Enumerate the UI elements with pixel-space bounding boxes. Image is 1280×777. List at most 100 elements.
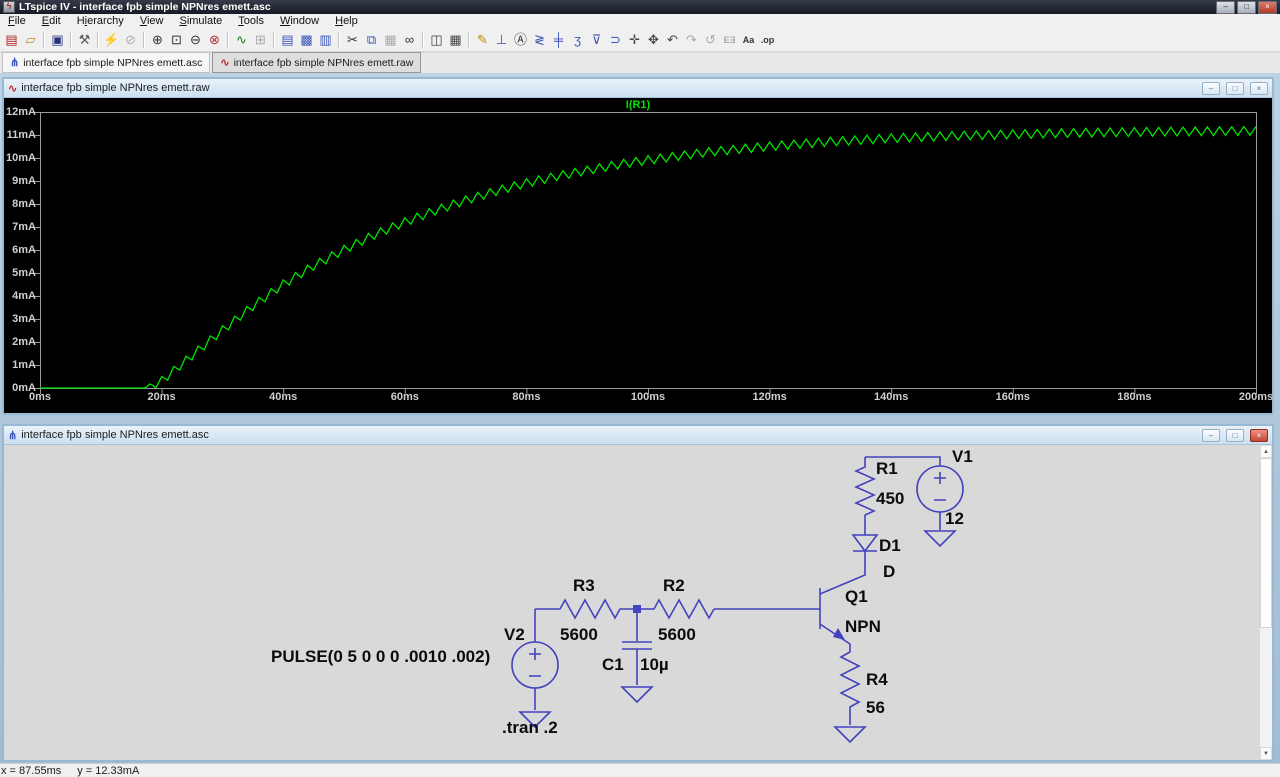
undo-button[interactable]: ↶	[663, 30, 682, 50]
zoom-out-button[interactable]: ⊖	[186, 30, 205, 50]
tile-horizontal-button[interactable]: ▤	[278, 30, 297, 50]
tab-schematic[interactable]: ⋔ interface fpb simple NPNres emett.asc	[2, 52, 211, 73]
menu-hierarchy[interactable]: Hierarchy	[69, 14, 132, 29]
zoom-in-button[interactable]: ⊕	[148, 30, 167, 50]
toolbar-separator	[273, 32, 275, 48]
minimize-button[interactable]: –	[1216, 0, 1235, 14]
label-C1-value[interactable]: 10µ	[640, 655, 669, 675]
y-tick-label: 12mA	[6, 106, 36, 118]
y-tick-label: 2mA	[12, 336, 36, 348]
label-R1-value[interactable]: 450	[876, 489, 904, 509]
diode-D1[interactable]	[851, 534, 879, 553]
x-tick-label: 80ms	[512, 391, 541, 403]
menu-view[interactable]: View	[132, 14, 172, 29]
resistor-R2[interactable]	[641, 598, 715, 620]
trace-legend[interactable]: I(R1)	[4, 99, 1272, 111]
label-C1-ref[interactable]: C1	[602, 655, 624, 675]
spice-directive-button[interactable]: .op	[758, 30, 777, 50]
spice-directive-label[interactable]: .tran .2	[502, 718, 558, 738]
ground-button[interactable]: ⊥	[492, 30, 511, 50]
menu-window[interactable]: Window	[272, 14, 327, 29]
rotate-button: ↺	[705, 32, 716, 47]
menu-tools[interactable]: Tools	[230, 14, 272, 29]
inductor-button[interactable]: ʒ	[568, 30, 587, 50]
junction-node[interactable]	[633, 605, 641, 613]
scroll-thumb[interactable]	[1260, 458, 1272, 628]
move-button[interactable]: ✛	[625, 30, 644, 50]
schematic-close-button[interactable]: ×	[1250, 428, 1268, 442]
zoom-area-button[interactable]: ⊡	[167, 30, 186, 50]
print-button[interactable]: ▦	[446, 30, 465, 50]
status-bar: x = 87.55ms y = 12.33mA	[0, 763, 1280, 777]
control-panel-button[interactable]: ⚒	[75, 30, 94, 50]
label-V2-ref[interactable]: V2	[504, 625, 525, 645]
component-button[interactable]: ⊃	[606, 30, 625, 50]
open-file-button[interactable]: ▱	[21, 30, 40, 50]
schematic-vscrollbar[interactable]: ▲ ▼	[1259, 445, 1272, 760]
label-R4-ref[interactable]: R4	[866, 670, 888, 690]
text-button[interactable]: Aa	[739, 30, 758, 50]
resistor-R4[interactable]	[839, 648, 861, 725]
diode-button[interactable]: ⊽	[587, 30, 606, 50]
label-V1-ref[interactable]: V1	[952, 447, 973, 467]
label-R3-ref[interactable]: R3	[573, 576, 595, 596]
x-tick-label: 0ms	[28, 391, 52, 403]
menu-file[interactable]: File	[0, 14, 34, 29]
find-button[interactable]: ∞	[400, 30, 419, 50]
voltage-source-V1[interactable]	[916, 465, 964, 513]
plot-settings-button[interactable]: ∿	[232, 30, 251, 50]
label-V1-value[interactable]: 12	[945, 509, 964, 529]
label-D1-value[interactable]: D	[883, 562, 895, 582]
label-R4-value[interactable]: 56	[866, 698, 885, 718]
zoom-full-extents-button[interactable]: ⊗	[205, 30, 224, 50]
label-R3-value[interactable]: 5600	[560, 625, 598, 645]
resistor-R1[interactable]	[854, 457, 876, 535]
toolbar-separator	[227, 32, 229, 48]
wire-button[interactable]: ✎	[473, 30, 492, 50]
label-R2-value[interactable]: 5600	[658, 625, 696, 645]
label-Q1-ref[interactable]: Q1	[845, 587, 868, 607]
waveform-plot-area[interactable]: I(R1) 0mA 1mA 2mA 3mA 4mA 5mA 6mA 7mA 8mA 9mA 10mA…	[4, 98, 1272, 413]
schematic-canvas[interactable]: V1 12 R1 450 D1 D Q1 NPN R4 56 R3 5600 R…	[4, 445, 1272, 760]
new-schematic-button[interactable]: ▤	[2, 30, 21, 50]
waveform-close-button[interactable]: ×	[1250, 81, 1268, 95]
label-Q1-value[interactable]: NPN	[845, 617, 881, 637]
capacitor-button[interactable]: ╪	[549, 30, 568, 50]
drag-button[interactable]: ✥	[644, 30, 663, 50]
scroll-down-button[interactable]: ▼	[1260, 747, 1272, 760]
maximize-button[interactable]: □	[1237, 0, 1256, 14]
menu-simulate[interactable]: Simulate	[171, 14, 230, 29]
cascade-button[interactable]: ▩	[297, 30, 316, 50]
toolbar-separator	[468, 32, 470, 48]
label-V2-value[interactable]: PULSE(0 5 0 0 0 .0010 .002)	[271, 647, 490, 667]
ground-r4-icon[interactable]	[833, 726, 867, 744]
cut-button[interactable]: ✂	[343, 30, 362, 50]
menu-help[interactable]: Help	[327, 14, 366, 29]
waveform-window-titlebar[interactable]: ∿ interface fpb simple NPNres emett.raw …	[4, 79, 1272, 98]
voltage-source-V2[interactable]	[511, 609, 559, 689]
schematic-minimize-button[interactable]: –	[1202, 428, 1220, 442]
autorange-button: ⊞	[255, 32, 266, 47]
ground-c1-icon[interactable]	[620, 686, 654, 704]
copy-button[interactable]: ⧉	[362, 30, 381, 50]
scroll-up-button[interactable]: ▲	[1260, 445, 1272, 458]
save-button[interactable]: ▣	[48, 30, 67, 50]
menu-edit[interactable]: Edit	[34, 14, 69, 29]
schematic-restore-button[interactable]: □	[1226, 428, 1244, 442]
net-label-button[interactable]: Ⓐ	[511, 30, 530, 50]
waveform-minimize-button[interactable]: –	[1202, 81, 1220, 95]
run-button[interactable]: ⚡	[102, 30, 121, 50]
label-R2-ref[interactable]: R2	[663, 576, 685, 596]
close-button[interactable]: ×	[1258, 0, 1277, 14]
label-D1-ref[interactable]: D1	[879, 536, 901, 556]
schematic-window-titlebar[interactable]: ⋔ interface fpb simple NPNres emett.asc …	[4, 426, 1272, 445]
schematic-drawing	[511, 456, 964, 744]
print-preview-button[interactable]: ◫	[427, 30, 446, 50]
waveform-restore-button[interactable]: □	[1226, 81, 1244, 95]
tab-schematic-label: interface fpb simple NPNres emett.asc	[23, 56, 203, 69]
label-R1-ref[interactable]: R1	[876, 459, 898, 479]
resistor-button[interactable]: ≷	[530, 30, 549, 50]
tab-waveform[interactable]: ∿ interface fpb simple NPNres emett.raw	[212, 52, 422, 73]
tile-vertical-button[interactable]: ▥	[316, 30, 335, 50]
resistor-R3[interactable]	[535, 598, 633, 620]
